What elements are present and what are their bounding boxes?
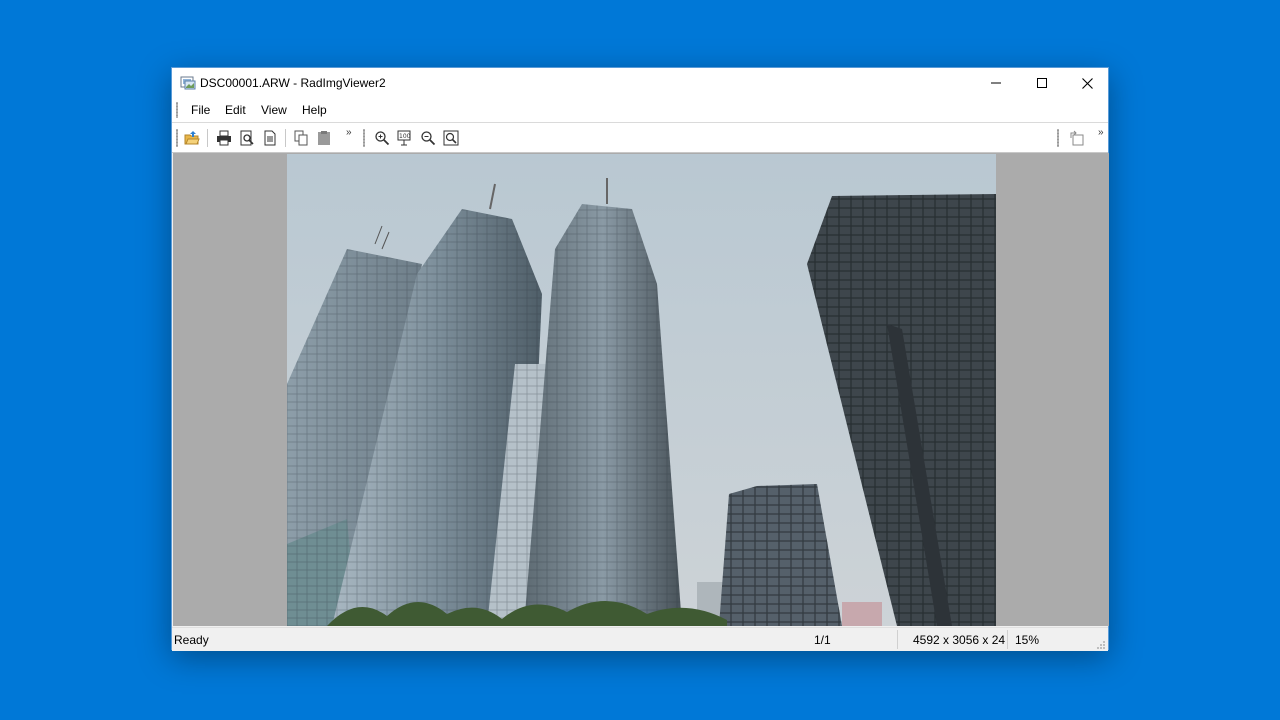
paste-icon: [318, 131, 330, 145]
toolbar-overflow-chevron[interactable]: »: [1098, 127, 1103, 138]
status-message: Ready: [174, 633, 209, 647]
rotate-button: [1068, 129, 1086, 147]
menu-help[interactable]: Help: [300, 103, 329, 117]
status-zoom: 15%: [1015, 633, 1040, 647]
app-window: DSC00001.ARW - RadImgViewer2 File Edit V…: [171, 67, 1109, 651]
menu-edit[interactable]: Edit: [223, 103, 248, 117]
rotate-icon: [1070, 130, 1084, 146]
toolbar-grip[interactable]: [1057, 129, 1059, 147]
zoom-in-icon: [375, 131, 390, 146]
resize-grip-icon[interactable]: [1096, 639, 1106, 649]
copy-button[interactable]: [292, 129, 310, 147]
menu-file[interactable]: File: [189, 103, 212, 117]
page-setup-button[interactable]: [261, 129, 279, 147]
actual-size-icon: 100: [397, 130, 411, 146]
toolbar-separator: [207, 129, 208, 147]
print-preview-icon: [240, 130, 254, 146]
page-setup-icon: [264, 130, 276, 146]
close-button[interactable]: [1064, 68, 1110, 98]
open-icon: [184, 131, 200, 145]
toolbar-grip[interactable]: [363, 129, 365, 147]
toolbar-grip[interactable]: [176, 129, 178, 147]
fit-window-button[interactable]: [442, 129, 460, 147]
photo-canvas: [287, 154, 996, 626]
status-page: 1/1: [814, 633, 831, 647]
zoom-out-icon: [421, 131, 436, 146]
print-icon: [217, 130, 231, 146]
copy-icon: [294, 130, 308, 146]
close-icon: [1081, 77, 1093, 89]
menu-grip[interactable]: [176, 102, 178, 118]
toolbar-separator: [285, 129, 286, 147]
menu-view[interactable]: View: [259, 103, 289, 117]
paste-button: [315, 129, 333, 147]
title-bar[interactable]: DSC00001.ARW - RadImgViewer2: [172, 68, 1108, 98]
svg-text:100: 100: [399, 133, 411, 140]
status-separator: [1007, 630, 1008, 649]
status-separator: [897, 630, 898, 649]
zoom-out-button[interactable]: [419, 129, 437, 147]
actual-size-button[interactable]: 100: [396, 129, 414, 147]
toolbar: » 100 »: [172, 123, 1108, 153]
maximize-icon: [1037, 78, 1047, 88]
status-bar: Ready 1/1 4592 x 3056 x 24 15%: [172, 627, 1108, 651]
app-icon[interactable]: [180, 75, 196, 91]
open-button[interactable]: [183, 129, 201, 147]
print-preview-button[interactable]: [238, 129, 256, 147]
minimize-icon: [991, 82, 1001, 84]
minimize-button[interactable]: [973, 68, 1019, 98]
menu-bar: File Edit View Help: [172, 98, 1108, 123]
photo-icon: [287, 154, 996, 626]
fit-window-icon: [443, 130, 459, 146]
print-button[interactable]: [215, 129, 233, 147]
status-dimensions: 4592 x 3056 x 24: [913, 633, 1006, 647]
maximize-button[interactable]: [1019, 68, 1065, 98]
window-title: DSC00001.ARW - RadImgViewer2: [200, 76, 386, 90]
zoom-in-button[interactable]: [373, 129, 391, 147]
image-viewport[interactable]: [173, 153, 1109, 626]
toolbar-overflow-chevron[interactable]: »: [346, 127, 351, 138]
